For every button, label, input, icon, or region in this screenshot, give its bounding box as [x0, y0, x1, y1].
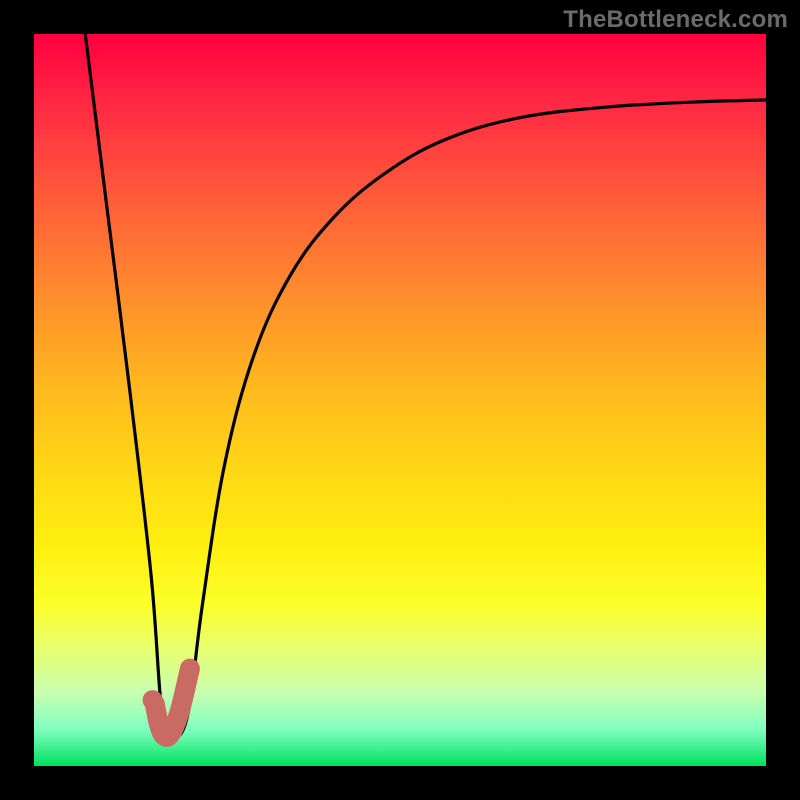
plot-area [34, 34, 766, 766]
curve-layer [34, 34, 766, 766]
marker-dot [143, 690, 163, 710]
bottleneck-curve [85, 34, 766, 737]
chart-frame: TheBottleneck.com [0, 0, 800, 800]
watermark-text: TheBottleneck.com [563, 6, 788, 34]
